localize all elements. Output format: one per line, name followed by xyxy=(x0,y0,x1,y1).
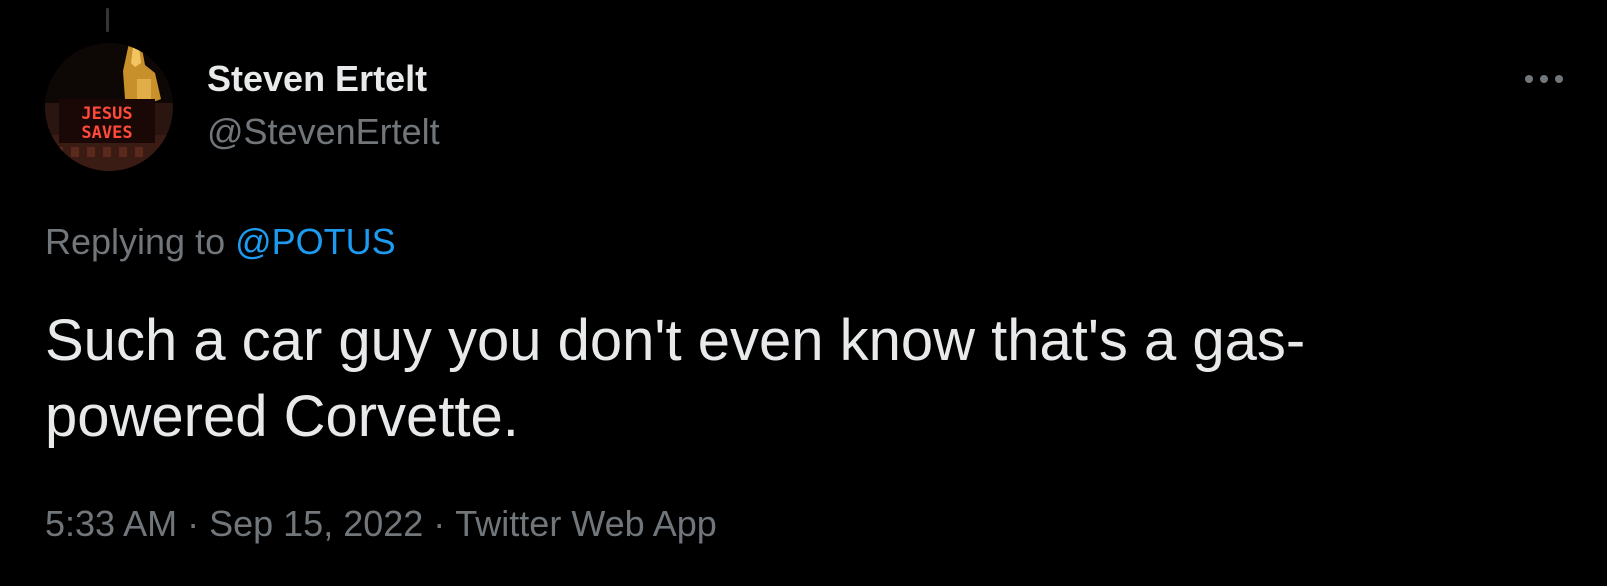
avatar[interactable]: JESUS SAVES xyxy=(45,43,173,171)
replying-to-label: Replying to xyxy=(45,221,226,262)
tweet-source[interactable]: Twitter Web App xyxy=(455,503,716,544)
display-name[interactable]: Steven Ertelt xyxy=(207,55,440,103)
tweet-date[interactable]: Sep 15, 2022 xyxy=(209,503,423,544)
user-handle[interactable]: @StevenErtelt xyxy=(207,108,440,156)
replying-to-line: Replying to @POTUS xyxy=(45,218,396,266)
avatar-sign-line-2: SAVES xyxy=(81,123,132,143)
user-info: Steven Ertelt @StevenErtelt xyxy=(207,55,440,156)
tweet-time[interactable]: 5:33 AM xyxy=(45,503,177,544)
reply-mention-link[interactable]: @POTUS xyxy=(235,221,396,262)
more-horizontal-icon xyxy=(1525,75,1563,83)
more-options-button[interactable] xyxy=(1516,58,1572,100)
tweet-metadata: 5:33 AM · Sep 15, 2022 · Twitter Web App xyxy=(45,500,717,548)
avatar-image: JESUS SAVES xyxy=(45,43,173,171)
thread-connector-line xyxy=(106,8,109,32)
tweet-text: Such a car guy you don't even know that'… xyxy=(45,308,1306,449)
meta-separator: · xyxy=(433,503,446,544)
avatar-sign-line-1: JESUS xyxy=(81,104,132,124)
meta-separator: · xyxy=(187,503,200,544)
